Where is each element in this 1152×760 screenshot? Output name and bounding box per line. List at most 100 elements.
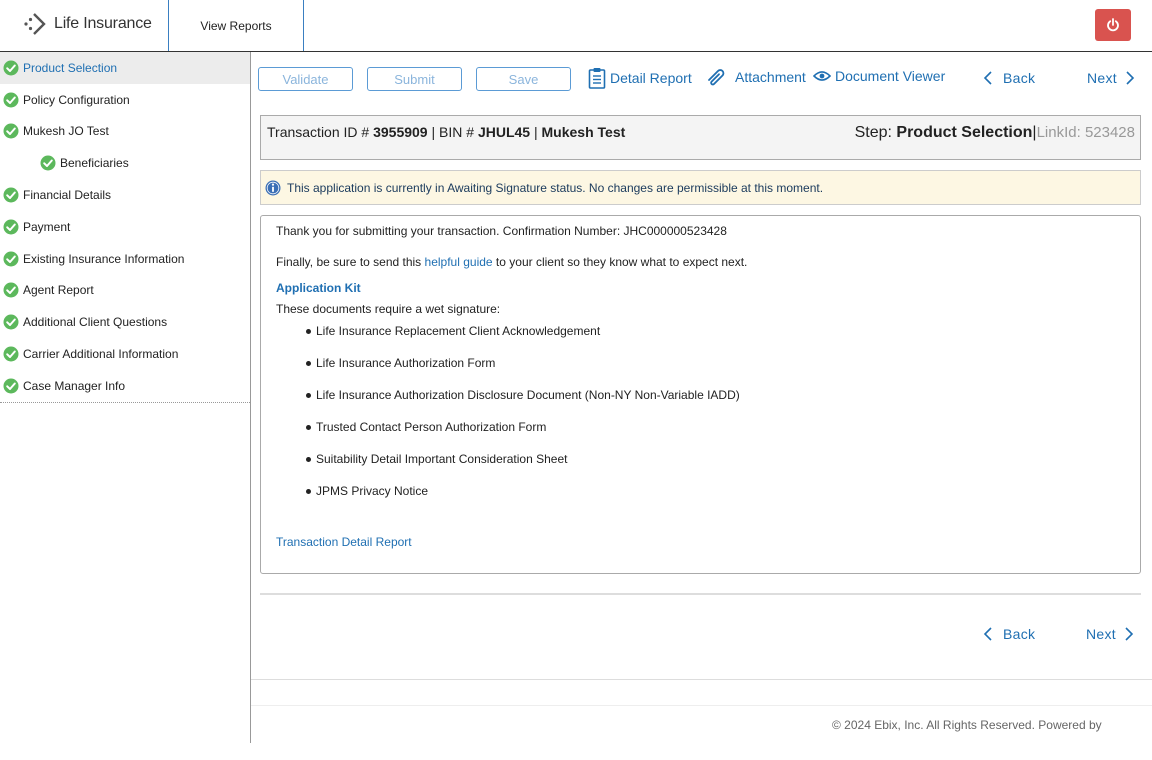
sidebar-item-label: Mukesh JO Test: [23, 124, 109, 139]
footer-copyright: © 2024 Ebix, Inc. All Rights Reserved. P…: [832, 718, 1102, 732]
sidebar-nav: Product Selection Policy Configuration Muk…: [0, 52, 250, 403]
check-circle-icon: [3, 282, 19, 298]
list-item: Trusted Contact Person Authorization For…: [306, 419, 740, 451]
helpful-guide-link[interactable]: helpful guide: [425, 255, 493, 269]
sidebar-item[interactable]: Mukesh JO Test: [0, 116, 250, 148]
check-circle-icon: [3, 60, 19, 76]
check-circle-icon: [3, 314, 19, 330]
sidebar-item[interactable]: Agent Report: [0, 275, 250, 307]
check-circle-icon: [3, 251, 19, 267]
check-circle-icon: [3, 346, 19, 362]
sidebar-item-label: Carrier Additional Information: [23, 347, 179, 362]
link-id: LinkId: 523428: [1036, 124, 1135, 141]
detail-report-label: Detail Report: [610, 70, 692, 86]
sidebar-item[interactable]: Payment: [0, 211, 250, 243]
power-icon: [1107, 18, 1119, 32]
attachment-link[interactable]: Attachment: [706, 68, 806, 86]
footer-divider: [251, 679, 1152, 680]
sidebar-item-label: Case Manager Info: [23, 378, 126, 393]
check-circle-icon: [3, 92, 19, 108]
wet-signature-text: These documents require a wet signature:: [276, 302, 501, 316]
back-button-top[interactable]: Back: [983, 70, 1035, 86]
sidebar-item-label: Beneficiaries: [60, 156, 129, 171]
sidebar-item-label: Existing Insurance Information: [23, 251, 185, 266]
chevron-left-icon: [983, 627, 992, 641]
sidebar: Product Selection Policy Configuration Muk…: [0, 52, 251, 743]
bin-value: JHUL45: [477, 124, 531, 140]
submit-button[interactable]: Submit: [367, 67, 462, 91]
divider: [260, 593, 1141, 595]
save-button[interactable]: Save: [476, 67, 571, 91]
chevron-right-icon: [1126, 71, 1135, 85]
sidebar-item[interactable]: Product Selection: [0, 52, 250, 84]
clipboard-icon: [588, 68, 606, 89]
next-button-bottom[interactable]: Next: [1086, 626, 1134, 642]
chevron-right-icon: [1125, 627, 1134, 641]
document-viewer-label: Document Viewer: [835, 68, 946, 84]
back-label: Back: [1003, 70, 1036, 86]
chevron-left-icon: [983, 71, 992, 85]
sidebar-item-label: Financial Details: [23, 188, 112, 203]
guide-prefix: Finally, be sure to send this: [276, 255, 425, 269]
transaction-info: Transaction ID # 3955909 | BIN # JHUL45 …: [267, 124, 625, 140]
document-viewer-link[interactable]: Document Viewer: [813, 68, 945, 84]
sidebar-item-label: Product Selection: [23, 60, 118, 75]
application-kit-link[interactable]: Application Kit: [276, 281, 361, 295]
transaction-id: 3955909: [373, 124, 428, 140]
thank-you-text: Thank you for submitting your transactio…: [276, 224, 727, 238]
next-label: Next: [1087, 70, 1117, 86]
sidebar-item-label: Payment: [23, 219, 71, 234]
check-circle-icon: [40, 155, 56, 171]
sidebar-item[interactable]: Carrier Additional Information: [0, 338, 250, 370]
sidebar-item[interactable]: Case Manager Info: [0, 370, 250, 402]
check-circle-icon: [3, 187, 19, 203]
confirmation-panel: Thank you for submitting your transactio…: [260, 215, 1141, 574]
info-icon: [265, 180, 281, 195]
tab-view-reports[interactable]: View Reports: [168, 0, 304, 51]
list-item: JPMS Privacy Notice: [306, 483, 740, 515]
logo-text: Life Insurance: [54, 15, 152, 32]
footer-divider-2: [251, 705, 1152, 706]
document-list: Life Insurance Replacement Client Acknow…: [306, 323, 740, 515]
detail-report-link[interactable]: Detail Report: [588, 67, 692, 89]
transaction-detail-report-link[interactable]: Transaction Detail Report: [276, 535, 412, 549]
sidebar-item[interactable]: Policy Configuration: [0, 84, 250, 116]
sidebar-item[interactable]: Existing Insurance Information: [0, 243, 250, 275]
toolbar: Validate Submit Save Detail Report Attac…: [251, 52, 1152, 104]
paperclip-icon: [708, 69, 725, 86]
list-item: Life Insurance Authorization Disclosure …: [306, 387, 740, 419]
transaction-header: Transaction ID # 3955909 | BIN # JHUL45 …: [260, 115, 1141, 160]
alert-message: This application is currently in Awaitin…: [287, 180, 824, 195]
app-header: Life Insurance View Reports: [0, 0, 1152, 52]
list-item: Suitability Detail Important Considerati…: [306, 451, 740, 483]
bin-label: | BIN #: [431, 124, 475, 140]
sidebar-item-label: Policy Configuration: [23, 92, 130, 107]
chevron-logo-icon: [24, 13, 46, 35]
validate-button[interactable]: Validate: [258, 67, 353, 91]
separator: |: [533, 124, 538, 140]
client-name: Mukesh Test: [541, 124, 626, 140]
status-alert: This application is currently in Awaitin…: [260, 170, 1141, 205]
next-label: Next: [1086, 626, 1116, 642]
back-label: Back: [1003, 626, 1036, 642]
attachment-label: Attachment: [735, 69, 806, 85]
list-item: Life Insurance Replacement Client Acknow…: [306, 323, 740, 355]
sidebar-item-label: Additional Client Questions: [23, 315, 168, 330]
guide-text: Finally, be sure to send this helpful gu…: [276, 255, 747, 269]
step-value: Product Selection: [896, 124, 1033, 141]
sidebar-item[interactable]: Financial Details: [0, 179, 250, 211]
check-circle-icon: [3, 123, 19, 139]
sidebar-item[interactable]: Additional Client Questions: [0, 306, 250, 338]
logout-button[interactable]: [1095, 9, 1131, 41]
sidebar-item[interactable]: Beneficiaries: [0, 147, 250, 179]
back-button-bottom[interactable]: Back: [983, 626, 1035, 642]
sidebar-item-label: Agent Report: [23, 283, 94, 298]
app-logo[interactable]: Life Insurance: [24, 12, 152, 36]
eye-icon: [813, 71, 831, 81]
check-circle-icon: [3, 219, 19, 235]
check-circle-icon: [3, 378, 19, 394]
next-button-top[interactable]: Next: [1087, 70, 1135, 86]
step-label: Step:: [854, 124, 892, 141]
transaction-id-label: Transaction ID #: [267, 124, 370, 140]
step-info: Step: Product Selection|LinkId: 523428: [855, 124, 1135, 142]
